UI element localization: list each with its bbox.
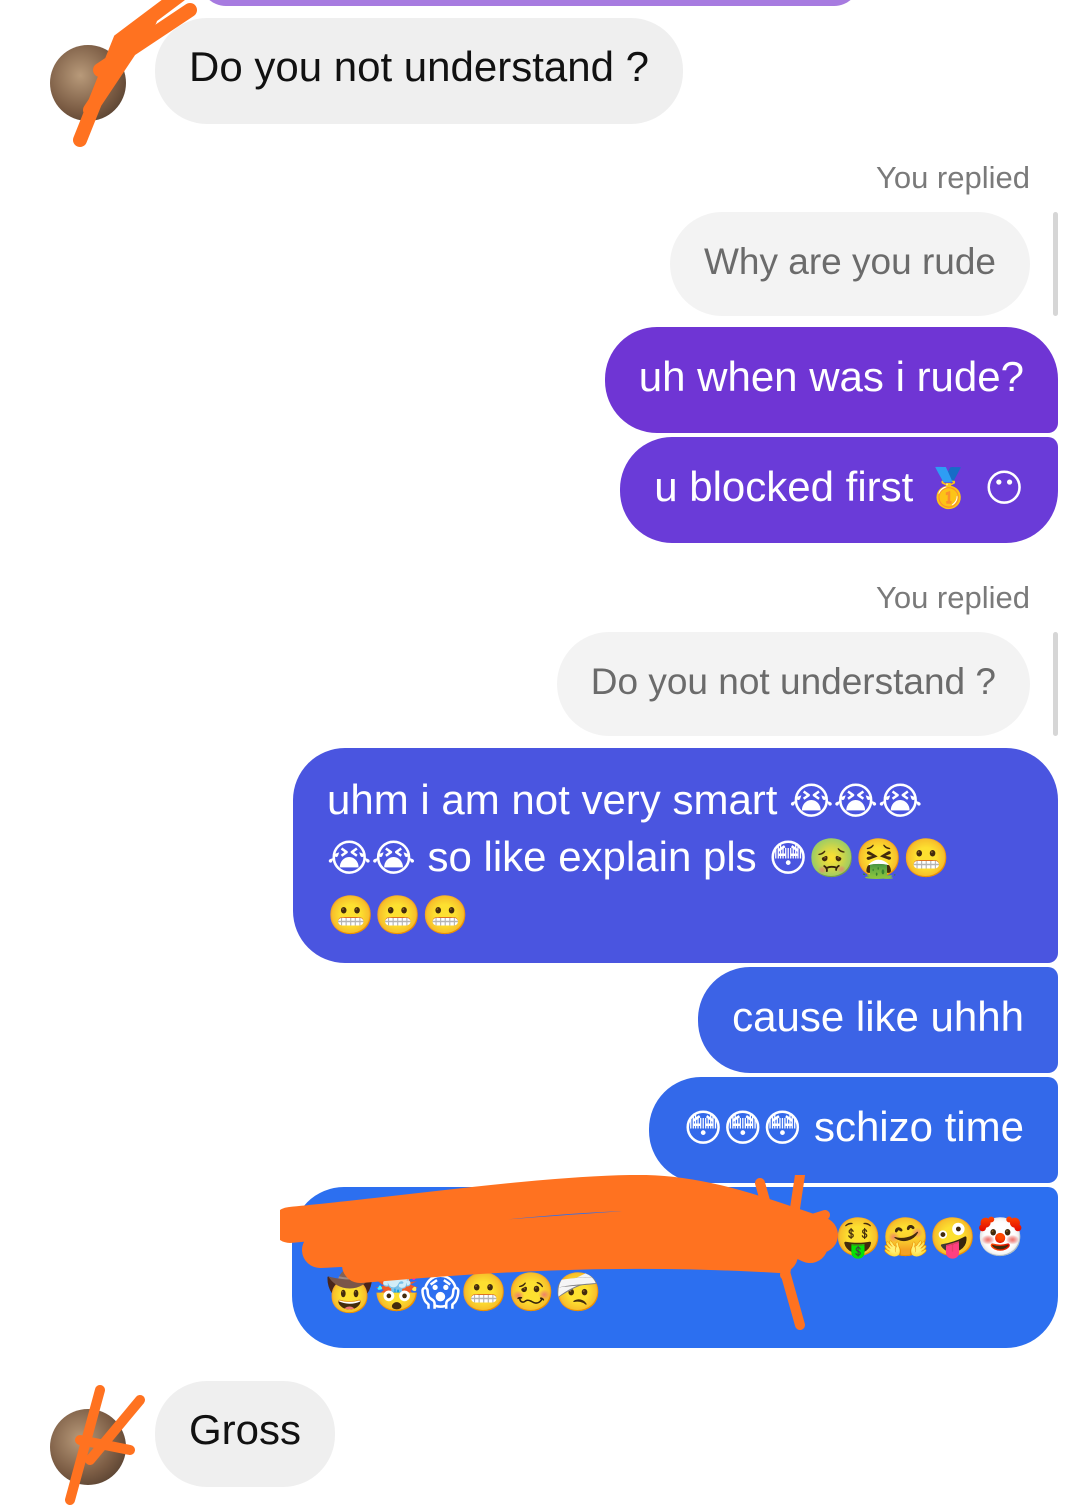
grimace-emoji-icon: 😬😬😬 <box>327 893 469 937</box>
flushed-sick-emoji-icon: 😳🤢🤮😬 <box>768 836 950 880</box>
crying-emoji-icon: 😭😭 <box>327 836 416 880</box>
message-text: u blocked first <box>654 463 914 510</box>
money-hug-zany-clown-emoji-icon: 🤑🤗🤪🤡 <box>834 1215 1024 1259</box>
outgoing-message[interactable]: 😳😳😳 schizo time <box>649 1077 1058 1183</box>
outgoing-message[interactable]: u blocked first 🥇 😶 <box>620 437 1058 543</box>
medal-emoji-icon: 🥇 😶 <box>924 466 1024 510</box>
incoming-message[interactable]: Do you not understand ? <box>155 18 683 124</box>
flushed-emoji-icon: 😳😳😳 <box>683 1106 803 1150</box>
message-text: uhm i am not very smart <box>327 776 778 823</box>
quote-bar <box>1053 632 1058 736</box>
outgoing-message[interactable]: uhm i am not very smart 😭😭😭 😭😭 so like e… <box>293 748 1058 963</box>
quoted-message[interactable]: Do you not understand ? <box>556 632 1030 736</box>
outgoing-message[interactable]: uh when was i rude? <box>604 327 1058 433</box>
message-text: so like explain pls <box>427 833 757 880</box>
scribble-redaction-icon <box>73 0 197 147</box>
reply-label: You replied <box>876 160 1030 195</box>
outgoing-message[interactable]: cause like uhhh <box>698 967 1058 1073</box>
incoming-message[interactable]: Gross <box>155 1381 336 1487</box>
quoted-message[interactable]: Why are you rude <box>669 212 1030 316</box>
scribble-redaction-icon <box>65 1385 145 1505</box>
previous-message-edge <box>200 0 860 6</box>
quote-bar <box>1053 212 1058 316</box>
scribble-redaction-icon <box>280 1175 838 1330</box>
message-text: schizo time <box>813 1103 1024 1150</box>
crying-emoji-icon: 😭😭😭 <box>789 779 923 823</box>
reply-label: You replied <box>876 580 1030 615</box>
